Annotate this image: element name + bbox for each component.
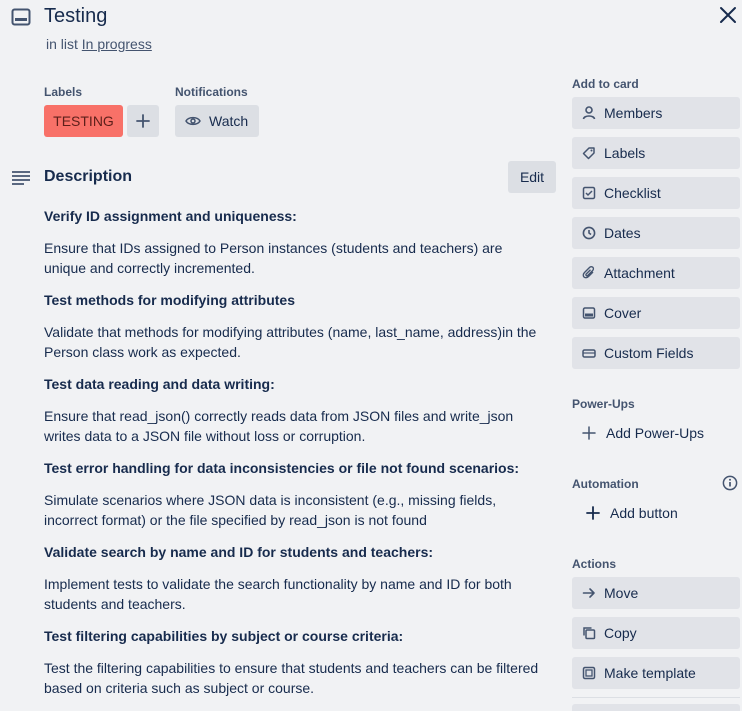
description-block-text: Simulate scenarios where JSON data is in… [44,492,497,528]
cover-button[interactable]: Cover [572,297,740,329]
description-block-title: Verify ID assignment and uniqueness: [44,208,297,224]
description-block-text: Validate that methods for modifying attr… [44,324,537,360]
person-icon [582,106,596,120]
info-icon[interactable] [722,475,738,491]
description-heading: Description [44,168,133,185]
description-block-title: Test error handling for data inconsisten… [44,460,520,476]
add-label-button[interactable] [127,105,159,137]
divider [572,697,740,698]
description-block-title: Test data reading and data writing: [44,376,275,392]
copy-label: Copy [604,625,637,641]
add-power-ups-label: Add Power-Ups [606,425,705,441]
checklist-button[interactable]: Checklist [572,177,740,209]
edit-description-button[interactable]: Edit [508,161,556,193]
description-block-text: Ensure that IDs assigned to Person insta… [44,240,503,276]
power-ups-heading: Power-Ups [572,397,635,411]
watch-button[interactable]: Watch [175,105,259,137]
description-block-title: Validate search by name and ID for stude… [44,544,434,560]
checkbox-icon [582,186,596,200]
copy-button[interactable]: Copy [572,617,740,649]
move-button[interactable]: Move [572,577,740,609]
add-power-ups-button[interactable]: Add Power-Ups [572,417,740,449]
watch-label: Watch [209,113,249,129]
notifications-heading: Notifications [175,85,248,99]
next-action-button[interactable] [572,704,740,711]
cover-label: Cover [604,305,642,321]
move-label: Move [604,585,639,601]
description-block-title: Test filtering capabilities by subject o… [44,628,404,644]
dates-label: Dates [604,225,641,241]
plus-icon [582,426,596,440]
checklist-label: Checklist [604,185,661,201]
make-template-label: Make template [604,665,696,681]
card-title[interactable]: Testing [44,5,107,28]
eye-icon [185,115,201,127]
description-block-text: Ensure that read_json() correctly reads … [44,408,514,444]
paperclip-icon [582,266,596,280]
labels-button[interactable]: Labels [572,137,740,169]
template-icon [582,666,596,680]
dates-button[interactable]: Dates [572,217,740,249]
clock-icon [582,226,596,240]
add-button-button[interactable]: Add button [572,497,740,529]
close-icon[interactable] [716,3,740,27]
tag-icon [582,146,596,160]
add-to-card-heading: Add to card [572,77,639,91]
label-chip-testing[interactable]: TESTING [44,105,123,137]
plus-icon [586,506,600,520]
actions-heading: Actions [572,557,617,571]
custom-fields-button[interactable]: Custom Fields [572,337,740,369]
attachment-label: Attachment [604,265,675,281]
plus-icon [136,114,150,128]
description-body[interactable]: Verify ID assignment and uniqueness: Ens… [44,206,544,710]
automation-heading: Automation [572,477,639,491]
custom-fields-label: Custom Fields [604,345,694,361]
in-list-prefix: in list [46,36,82,52]
card-icon [11,8,31,26]
make-template-button[interactable]: Make template [572,657,740,689]
labels-heading: Labels [44,85,83,99]
add-button-label: Add button [610,505,678,521]
attachment-button[interactable]: Attachment [572,257,740,289]
arrow-right-icon [582,586,596,600]
cover-icon [582,306,596,320]
labels-label: Labels [604,145,646,161]
description-block-text: Implement tests to validate the search f… [44,576,512,612]
list-link[interactable]: In progress [82,36,152,52]
description-block-text: Test the filtering capabilities to ensur… [44,660,539,696]
members-label: Members [604,105,663,121]
list-breadcrumb: in list In progress [46,36,152,52]
description-block-title: Test methods for modifying attributes [44,292,295,308]
description-icon [11,170,31,186]
members-button[interactable]: Members [572,97,740,129]
custom-fields-icon [582,346,596,360]
copy-icon [582,626,596,640]
